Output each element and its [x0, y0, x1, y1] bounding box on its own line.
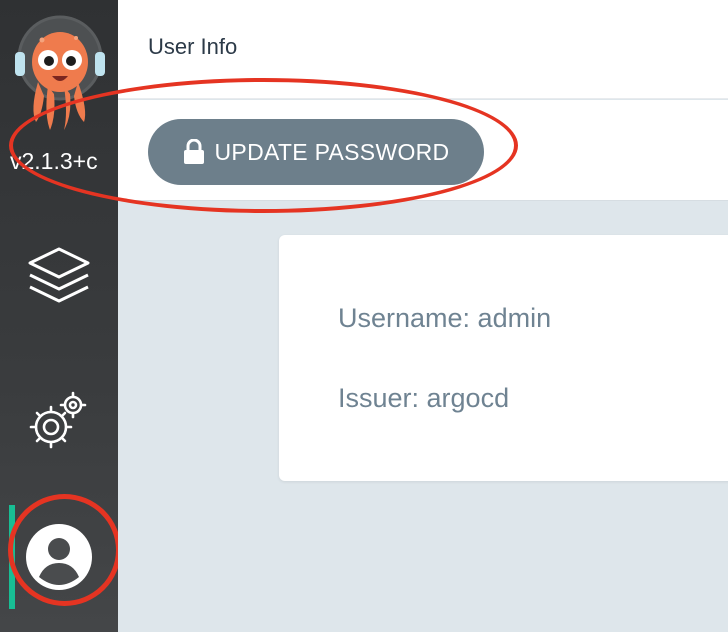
toolbar: UPDATE PASSWORD: [118, 100, 728, 201]
lock-icon: [183, 139, 204, 164]
user-icon: [26, 524, 92, 590]
user-info-card: Username: admin Issuer: argocd: [279, 235, 728, 481]
username-text: Username: admin: [338, 303, 552, 333]
layers-icon: [28, 247, 90, 303]
issuer-text: Issuer: argocd: [338, 383, 510, 413]
page-title: User Info: [148, 34, 238, 59]
sidebar: v2.1.3+c: [0, 0, 118, 632]
gears-icon: [29, 391, 87, 449]
header: User Info: [118, 0, 728, 99]
sidebar-item-applications[interactable]: [0, 240, 118, 310]
sidebar-item-user-info[interactable]: [0, 505, 118, 609]
update-password-button[interactable]: UPDATE PASSWORD: [148, 119, 484, 185]
version-label: v2.1.3+c: [10, 148, 98, 174]
sidebar-item-settings[interactable]: [0, 384, 118, 458]
update-password-label: UPDATE PASSWORD: [214, 138, 450, 165]
argo-octopus-logo[interactable]: [12, 10, 108, 140]
